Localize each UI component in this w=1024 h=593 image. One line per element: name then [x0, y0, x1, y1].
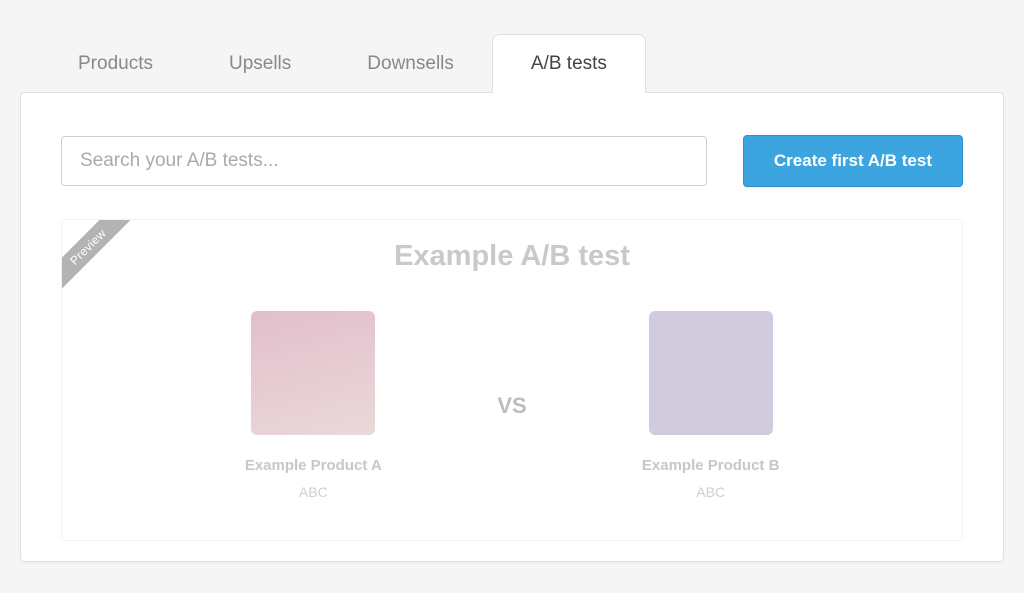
tab-downsells[interactable]: Downsells: [329, 34, 492, 93]
toolbar: Create first A/B test: [61, 135, 963, 187]
search-input[interactable]: [61, 136, 707, 186]
product-b: Example Product B ABC: [581, 311, 841, 500]
card-title: Example A/B test: [102, 240, 922, 273]
product-a-name: Example Product A: [245, 457, 382, 474]
vs-label: VS: [497, 393, 526, 419]
comparison-row: Example Product A ABC VS Example Product…: [102, 311, 922, 500]
product-a-swatch: [251, 311, 375, 435]
create-ab-test-button[interactable]: Create first A/B test: [743, 135, 963, 187]
product-a-code: ABC: [299, 484, 328, 500]
tab-upsells[interactable]: Upsells: [191, 34, 329, 93]
tab-panel: Create first A/B test Preview Example A/…: [20, 92, 1004, 562]
tab-bar: Products Upsells Downsells A/B tests: [20, 34, 1004, 93]
example-ab-test-card: Preview Example A/B test Example Product…: [61, 219, 963, 541]
product-a: Example Product A ABC: [183, 311, 443, 500]
tab-ab-tests[interactable]: A/B tests: [492, 34, 646, 93]
product-b-swatch: [649, 311, 773, 435]
product-b-code: ABC: [696, 484, 725, 500]
tab-products[interactable]: Products: [40, 34, 191, 93]
product-b-name: Example Product B: [642, 457, 780, 474]
